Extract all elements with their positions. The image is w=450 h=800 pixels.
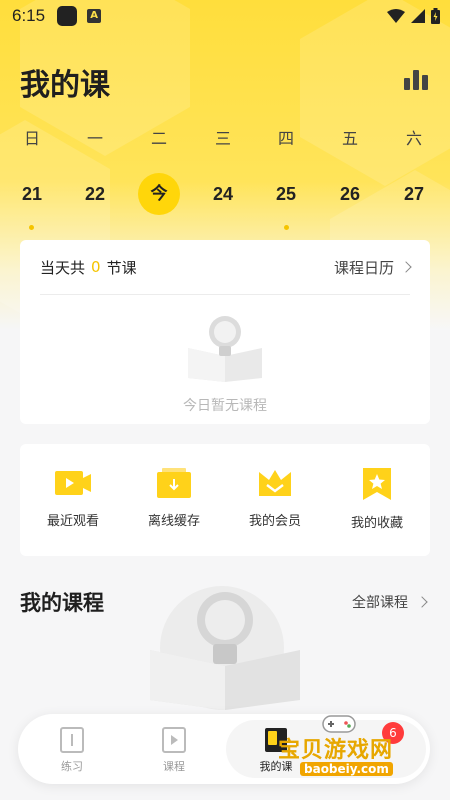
weekday-mon: 一: [86, 129, 103, 148]
date-cell[interactable]: 27: [393, 173, 435, 215]
empty-book-lightbulb-illustration: [188, 316, 262, 382]
watermark-url: baobeiy.com: [300, 762, 393, 776]
my-favorites-button[interactable]: 我的收藏: [326, 468, 428, 531]
bookmark-star-icon: [363, 468, 391, 500]
nav-courses[interactable]: 课程: [134, 726, 214, 774]
my-membership-button[interactable]: 我的会员: [224, 468, 326, 529]
has-course-dot: [284, 225, 289, 230]
all-courses-label: 全部课程: [352, 595, 408, 611]
my-membership-label: 我的会员: [248, 514, 301, 529]
date-cell[interactable]: 24: [202, 173, 244, 215]
weekday-thu: 四: [277, 129, 294, 148]
download-folder-icon: [157, 468, 191, 498]
weekday-fri: 五: [341, 129, 358, 148]
offline-cache-label: 离线缓存: [147, 514, 200, 529]
today-prefix: 当天共: [40, 258, 86, 277]
weekday-tue: 二: [150, 129, 167, 148]
notification-app-icon: [57, 6, 78, 26]
weekday-wed: 三: [214, 129, 231, 148]
weekday-header: 日 一 二 三 四 五 六: [0, 125, 450, 155]
chevron-right-icon: [416, 596, 428, 608]
courses-play-icon: [162, 727, 186, 753]
page-title: 我的课: [20, 68, 110, 103]
today-course-summary: 当天共 0 节课 课程日历: [40, 240, 412, 295]
today-suffix: 节课: [106, 258, 137, 277]
weekday-sat: 六: [405, 129, 422, 148]
gamepad-icon: [322, 715, 356, 733]
nav-practice-label: 练习: [61, 760, 83, 773]
week-calendar: 日 一 二 三 四 五 六 21 22 今 24 25 26 27: [0, 125, 450, 233]
has-course-dot: [29, 225, 34, 230]
watermark-text: 宝贝游戏网: [278, 738, 394, 763]
date-row: 21 22 今 24 25 26 27: [0, 173, 450, 233]
crown-icon: [259, 470, 291, 496]
notification-a-icon: A: [87, 9, 102, 23]
nav-courses-label: 课程: [163, 760, 185, 773]
quick-actions-card: 最近观看 离线缓存 我的会员 我的收藏: [20, 444, 430, 556]
wifi-icon: [387, 9, 405, 23]
recent-watch-label: 最近观看: [46, 514, 99, 529]
all-courses-link[interactable]: 全部课程: [352, 592, 428, 612]
today-courses-card: 当天共 0 节课 课程日历 今日暂无课程: [20, 240, 430, 424]
status-time: 6:15: [12, 6, 46, 25]
my-favorites-label: 我的收藏: [350, 516, 403, 531]
empty-book-lightbulb-illustration: [150, 586, 300, 710]
battery-icon: [431, 8, 440, 24]
practice-book-icon: [60, 727, 84, 753]
stats-icon[interactable]: [404, 70, 428, 90]
weekday-sun: 日: [23, 129, 40, 148]
date-cell[interactable]: 26: [329, 173, 371, 215]
nav-practice[interactable]: 练习: [32, 726, 112, 774]
offline-cache-button[interactable]: 离线缓存: [123, 468, 225, 529]
date-cell[interactable]: 21: [11, 173, 53, 215]
empty-courses-text: 今日暂无课程: [183, 398, 267, 414]
video-camera-icon: [55, 471, 91, 495]
course-calendar-label: 课程日历: [333, 258, 394, 277]
status-bar: 6:15 A: [0, 0, 450, 32]
recent-watch-button[interactable]: 最近观看: [22, 468, 124, 529]
today-course-count: 0: [91, 258, 101, 276]
date-cell[interactable]: 25: [265, 173, 307, 215]
date-cell[interactable]: 22: [74, 173, 116, 215]
my-courses-title: 我的课程: [20, 591, 104, 615]
course-calendar-link[interactable]: 课程日历: [333, 257, 412, 278]
chevron-right-icon: [400, 261, 412, 273]
date-cell-today[interactable]: 今: [138, 173, 180, 215]
signal-icon: [411, 9, 425, 23]
